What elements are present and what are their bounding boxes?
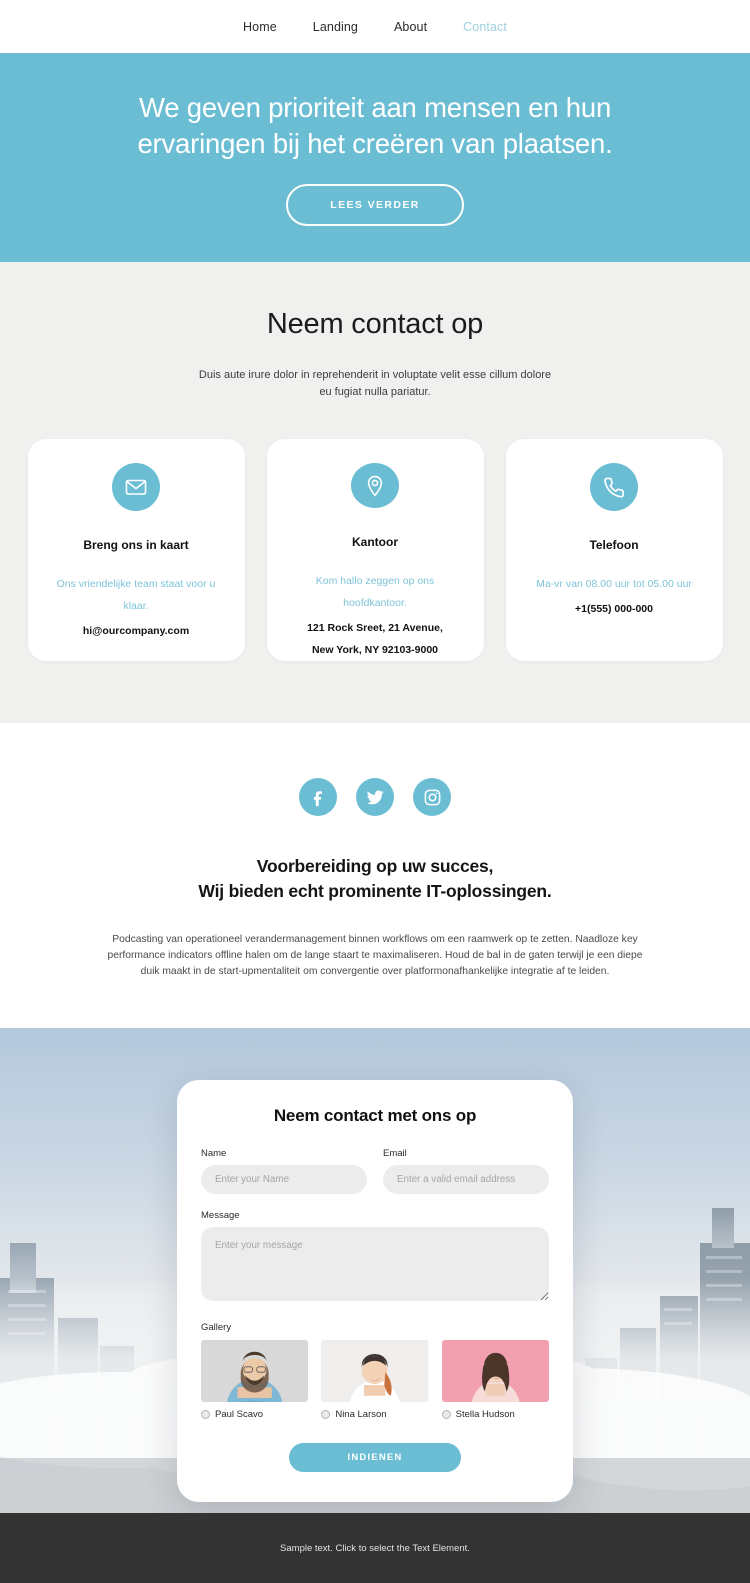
gallery-caption[interactable]: Stella Hudson bbox=[441, 1409, 549, 1420]
gallery-options: Paul Scavo Nina Larson Stella Hudson bbox=[201, 1340, 549, 1420]
info-title: Voorbereiding op uw succes, Wij bieden e… bbox=[198, 856, 552, 901]
person-photo[interactable] bbox=[321, 1340, 429, 1402]
top-navigation: Home Landing About Contact bbox=[0, 0, 750, 53]
gallery-radio[interactable] bbox=[441, 1410, 451, 1419]
map-pin-icon bbox=[351, 463, 399, 508]
card-description: Ons vriendelijke team staat voor u klaar… bbox=[56, 578, 216, 612]
email-label: Email bbox=[383, 1148, 407, 1159]
gallery-item[interactable]: Stella Hudson bbox=[441, 1340, 549, 1420]
nav-item-about[interactable]: About bbox=[394, 20, 427, 34]
name-field-group: Name bbox=[201, 1148, 367, 1194]
email-input[interactable] bbox=[383, 1165, 549, 1194]
instagram-icon[interactable] bbox=[413, 778, 451, 816]
gallery-label: Gallery bbox=[201, 1322, 232, 1333]
contact-subtitle: Duis aute irure dolor in reprehenderit i… bbox=[198, 369, 552, 398]
facebook-icon[interactable] bbox=[299, 778, 337, 816]
contact-card-office[interactable]: Kantoor Kom hallo zeggen op ons hoofdkan… bbox=[266, 439, 484, 661]
gallery-radio[interactable] bbox=[201, 1410, 210, 1419]
city-background-section: Neem contact met ons op Name Email Messa… bbox=[0, 1028, 750, 1513]
message-textarea[interactable] bbox=[201, 1227, 549, 1301]
gallery-caption[interactable]: Paul Scavo bbox=[201, 1409, 308, 1420]
submit-button[interactable]: INDIENEN bbox=[289, 1443, 461, 1472]
message-field-group: Message bbox=[201, 1210, 549, 1306]
info-section: Voorbereiding op uw succes, Wij bieden e… bbox=[0, 723, 750, 1028]
gallery-person-name: Nina Larson bbox=[335, 1409, 387, 1420]
card-title: Breng ons in kaart bbox=[83, 538, 189, 552]
message-label: Message bbox=[201, 1210, 240, 1221]
contact-form-card: Neem contact met ons op Name Email Messa… bbox=[177, 1080, 573, 1502]
gallery-person-name: Paul Scavo bbox=[215, 1409, 264, 1420]
email-field-group: Email bbox=[383, 1148, 549, 1194]
gallery-item[interactable]: Paul Scavo bbox=[201, 1340, 309, 1420]
gallery-field-group: Gallery Paul Scavo Nina Larson Stella Hu… bbox=[201, 1322, 549, 1420]
card-value[interactable]: hi@ourcompany.com bbox=[83, 620, 189, 642]
card-value[interactable]: +1(555) 000-000 bbox=[575, 598, 653, 620]
gallery-item[interactable]: Nina Larson bbox=[321, 1340, 429, 1420]
hero-section: We geven prioriteit aan mensen en hun er… bbox=[0, 53, 750, 262]
card-title: Kantoor bbox=[352, 535, 398, 549]
envelope-icon bbox=[112, 463, 160, 511]
footer-text[interactable]: Sample text. Click to select the Text El… bbox=[280, 1543, 470, 1554]
gallery-person-name: Stella Hudson bbox=[455, 1409, 515, 1420]
read-more-button[interactable]: LEES VERDER bbox=[286, 183, 464, 226]
card-value[interactable]: 121 Rock Sreet, 21 Avenue, New York, NY … bbox=[307, 617, 443, 661]
info-body: Podcasting van operationeel verandermana… bbox=[107, 934, 643, 977]
contact-title: Neem contact op bbox=[266, 308, 484, 340]
hero-title: We geven prioriteit aan mensen en hun er… bbox=[137, 91, 613, 159]
card-description: Ma-vr van 08.00 uur tot 05.00 uur bbox=[536, 578, 692, 590]
person-photo[interactable] bbox=[441, 1340, 549, 1402]
social-links bbox=[0, 778, 750, 816]
name-label: Name bbox=[201, 1148, 227, 1159]
contact-card-phone[interactable]: Telefoon Ma-vr van 08.00 uur tot 05.00 u… bbox=[505, 439, 723, 661]
gallery-radio[interactable] bbox=[321, 1410, 331, 1419]
contact-section: Neem contact op Duis aute irure dolor in… bbox=[0, 262, 750, 723]
form-title: Neem contact met ons op bbox=[273, 1106, 477, 1125]
footer: Sample text. Click to select the Text El… bbox=[0, 1513, 750, 1583]
form-row-name-email: Name Email bbox=[201, 1148, 549, 1194]
phone-icon bbox=[590, 463, 638, 511]
person-photo[interactable] bbox=[201, 1340, 309, 1402]
contact-card-email[interactable]: Breng ons in kaart Ons vriendelijke team… bbox=[27, 439, 245, 661]
nav-item-contact[interactable]: Contact bbox=[463, 20, 507, 34]
card-description: Kom hallo zeggen op ons hoofdkantoor. bbox=[315, 575, 435, 609]
contact-cards: Breng ons in kaart Ons vriendelijke team… bbox=[0, 439, 750, 661]
twitter-icon[interactable] bbox=[356, 778, 394, 816]
nav-item-home[interactable]: Home bbox=[243, 20, 277, 34]
name-input[interactable] bbox=[201, 1165, 367, 1194]
gallery-caption[interactable]: Nina Larson bbox=[321, 1409, 428, 1420]
card-title: Telefoon bbox=[589, 538, 639, 552]
nav-item-landing[interactable]: Landing bbox=[313, 20, 358, 34]
